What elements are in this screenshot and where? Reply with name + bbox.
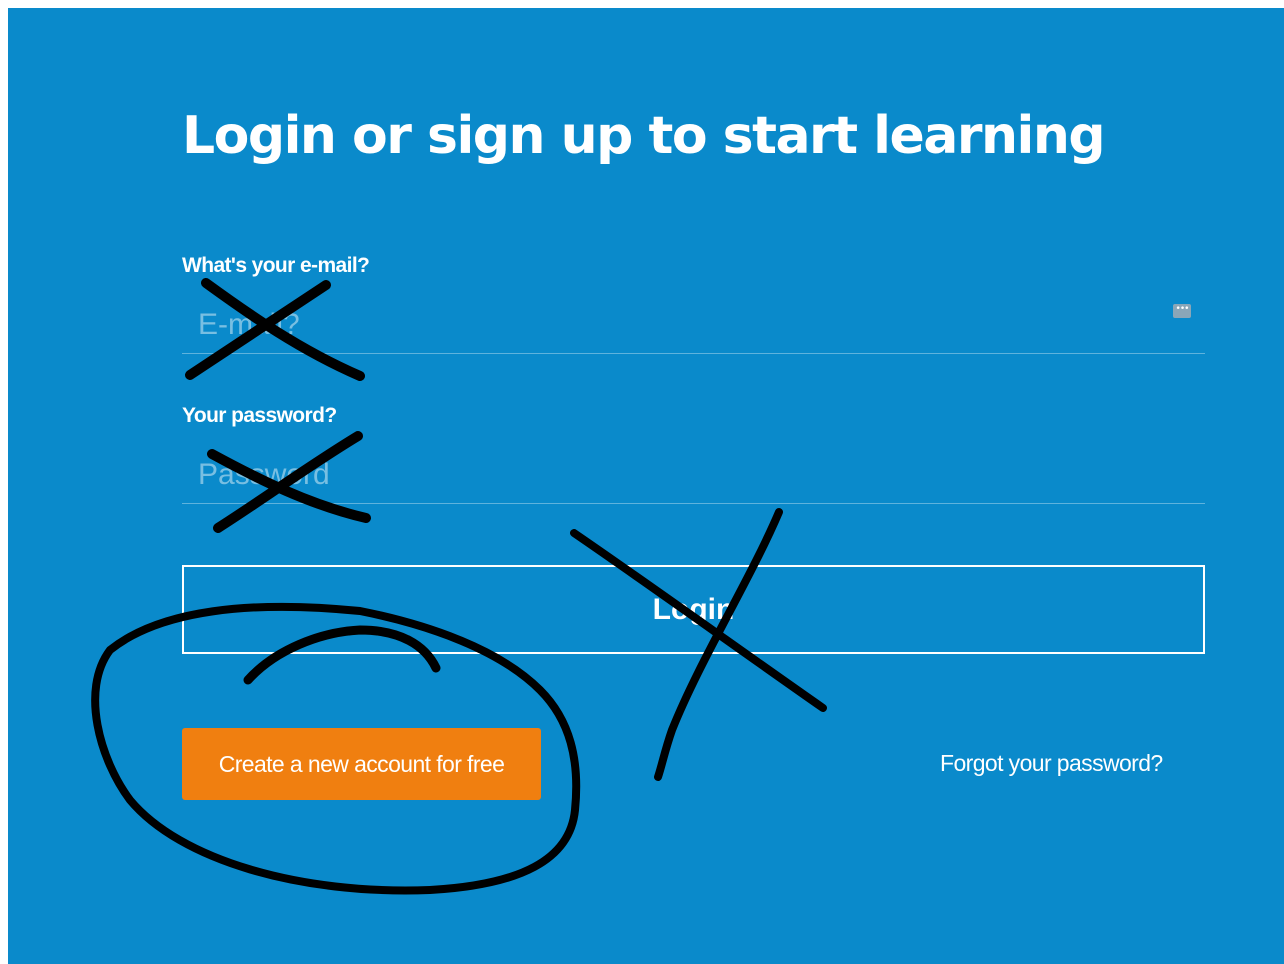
password-label: Your password? <box>182 404 337 427</box>
login-page: Login or sign up to start learning What'… <box>8 8 1284 964</box>
email-label: What's your e-mail? <box>182 254 370 277</box>
forgot-password-link[interactable]: Forgot your password? <box>940 750 1163 777</box>
password-field[interactable] <box>182 446 1205 504</box>
page-title: Login or sign up to start learning <box>182 106 1106 166</box>
create-account-button[interactable]: Create a new account for free <box>182 728 541 800</box>
login-button[interactable]: Login <box>182 565 1205 654</box>
password-manager-icon[interactable]: ••• <box>1173 304 1191 318</box>
email-field[interactable] <box>182 296 1205 354</box>
